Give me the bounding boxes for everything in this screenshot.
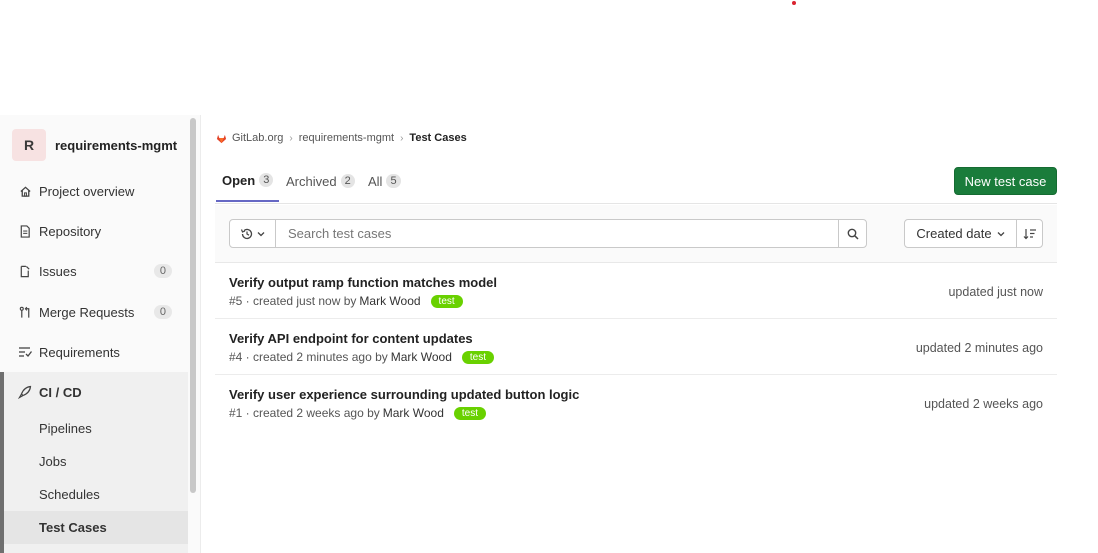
sidebar-item-repository[interactable]: Repository: [0, 211, 188, 251]
test-case-updated: updated just now: [948, 285, 1043, 299]
test-label-badge[interactable]: test: [461, 350, 495, 364]
tab-label: Open: [222, 172, 256, 188]
chevron-down-icon: [997, 231, 1005, 236]
sidebar-subitem-test-cases[interactable]: Test Cases: [4, 511, 188, 544]
history-icon: [240, 228, 253, 239]
test-case-author[interactable]: Mark Wood: [359, 294, 420, 308]
sidebar-item-label: Repository: [39, 223, 102, 239]
sort-control: Created date: [904, 219, 1043, 248]
search-input[interactable]: [276, 220, 838, 247]
test-case-meta: #5 · created just now by Mark Wood test: [229, 294, 463, 308]
tab-count-badge: 5: [386, 174, 401, 188]
document-icon: [18, 224, 32, 238]
sidebar: R requirements-mgmt Project overview Rep…: [0, 115, 201, 553]
filter-bar: Created date: [215, 205, 1057, 263]
test-case-row: Verify API endpoint for content updates …: [215, 319, 1057, 375]
state-tabs: Open 3 Archived 2 All 5: [215, 160, 1057, 204]
recent-searches-dropdown[interactable]: [230, 220, 276, 247]
tab-archived[interactable]: Archived 2: [280, 160, 361, 202]
gitlab-logo-icon: [216, 134, 227, 143]
sidebar-item-label: Merge Requests: [39, 304, 135, 320]
tab-count-badge: 2: [340, 174, 355, 188]
chevron-right-icon: ›: [400, 132, 404, 144]
sidebar-item-label: Requirements: [39, 344, 120, 360]
new-test-case-button[interactable]: New test case: [954, 167, 1057, 195]
sidebar-item-label: CI / CD: [39, 384, 82, 400]
project-avatar: R: [12, 129, 46, 161]
test-case-title[interactable]: Verify API endpoint for content updates: [229, 331, 473, 346]
home-icon: [18, 184, 32, 198]
test-case-meta: #4 · created 2 minutes ago by Mark Wood …: [229, 350, 495, 364]
test-case-created: #4 · created 2 minutes ago by: [229, 350, 388, 364]
breadcrumb: GitLab.org › requirements-mgmt › Test Ca…: [216, 131, 467, 145]
test-case-title[interactable]: Verify output ramp function matches mode…: [229, 275, 497, 290]
sidebar-scrollbar[interactable]: [190, 118, 196, 493]
sort-label: Created date: [916, 226, 992, 241]
sidebar-item-issues[interactable]: Issues 0: [0, 251, 188, 291]
project-name: requirements-mgmt: [55, 137, 178, 153]
test-case-created: #5 · created just now by: [229, 294, 357, 308]
chevron-down-icon: [257, 231, 265, 236]
sidebar-item-project-overview[interactable]: Project overview: [0, 171, 188, 211]
test-case-author[interactable]: Mark Wood: [383, 406, 444, 420]
test-case-row: Verify output ramp function matches mode…: [215, 263, 1057, 319]
project-header[interactable]: R requirements-mgmt: [12, 129, 177, 161]
tab-label: All: [368, 173, 383, 189]
issues-count-badge: 0: [153, 264, 172, 278]
merge-requests-count-badge: 0: [153, 305, 172, 319]
breadcrumb-root[interactable]: GitLab.org: [232, 132, 283, 144]
test-case-created: #1 · created 2 weeks ago by: [229, 406, 380, 420]
breadcrumb-current[interactable]: Test Cases: [409, 132, 466, 144]
test-case-author[interactable]: Mark Wood: [391, 350, 452, 364]
sidebar-section-cicd: CI / CD Pipelines Jobs Schedules Test Ca…: [0, 372, 188, 553]
search-button[interactable]: [838, 220, 866, 247]
test-label-badge[interactable]: test: [430, 294, 463, 308]
tab-count-badge: 3: [259, 173, 274, 187]
chevron-right-icon: ›: [289, 132, 293, 144]
tab-all[interactable]: All 5: [362, 160, 407, 202]
search-box: [229, 219, 867, 248]
search-icon: [847, 228, 859, 240]
merge-request-icon: [18, 305, 32, 319]
sidebar-item-label: Project overview: [39, 183, 135, 199]
tab-label: Archived: [286, 173, 337, 189]
sidebar-item-label: Issues: [39, 263, 77, 279]
test-case-title[interactable]: Verify user experience surrounding updat…: [229, 387, 579, 402]
issues-icon: [18, 264, 32, 278]
test-case-updated: updated 2 minutes ago: [915, 341, 1043, 355]
status-dot: [792, 1, 796, 5]
sidebar-subitem-pipelines[interactable]: Pipelines: [4, 412, 188, 445]
test-case-meta: #1 · created 2 weeks ago by Mark Wood te…: [229, 406, 487, 420]
sidebar-item-cicd[interactable]: CI / CD: [18, 372, 82, 412]
test-case-row: Verify user experience surrounding updat…: [215, 375, 1057, 431]
rocket-icon: [18, 385, 32, 399]
sort-direction-icon: [1023, 228, 1036, 239]
breadcrumb-project[interactable]: requirements-mgmt: [299, 132, 394, 144]
test-case-updated: updated 2 weeks ago: [924, 397, 1043, 411]
sidebar-subitem-schedules[interactable]: Schedules: [4, 478, 188, 511]
tab-open[interactable]: Open 3: [216, 160, 280, 202]
sidebar-item-requirements[interactable]: Requirements: [0, 332, 188, 372]
sidebar-subitem-jobs[interactable]: Jobs: [4, 445, 188, 478]
sidebar-item-merge-requests[interactable]: Merge Requests 0: [0, 292, 188, 332]
test-label-badge[interactable]: test: [453, 406, 487, 420]
sort-direction-button[interactable]: [1017, 220, 1042, 247]
requirements-icon: [18, 345, 32, 359]
sort-dropdown[interactable]: Created date: [905, 220, 1017, 247]
